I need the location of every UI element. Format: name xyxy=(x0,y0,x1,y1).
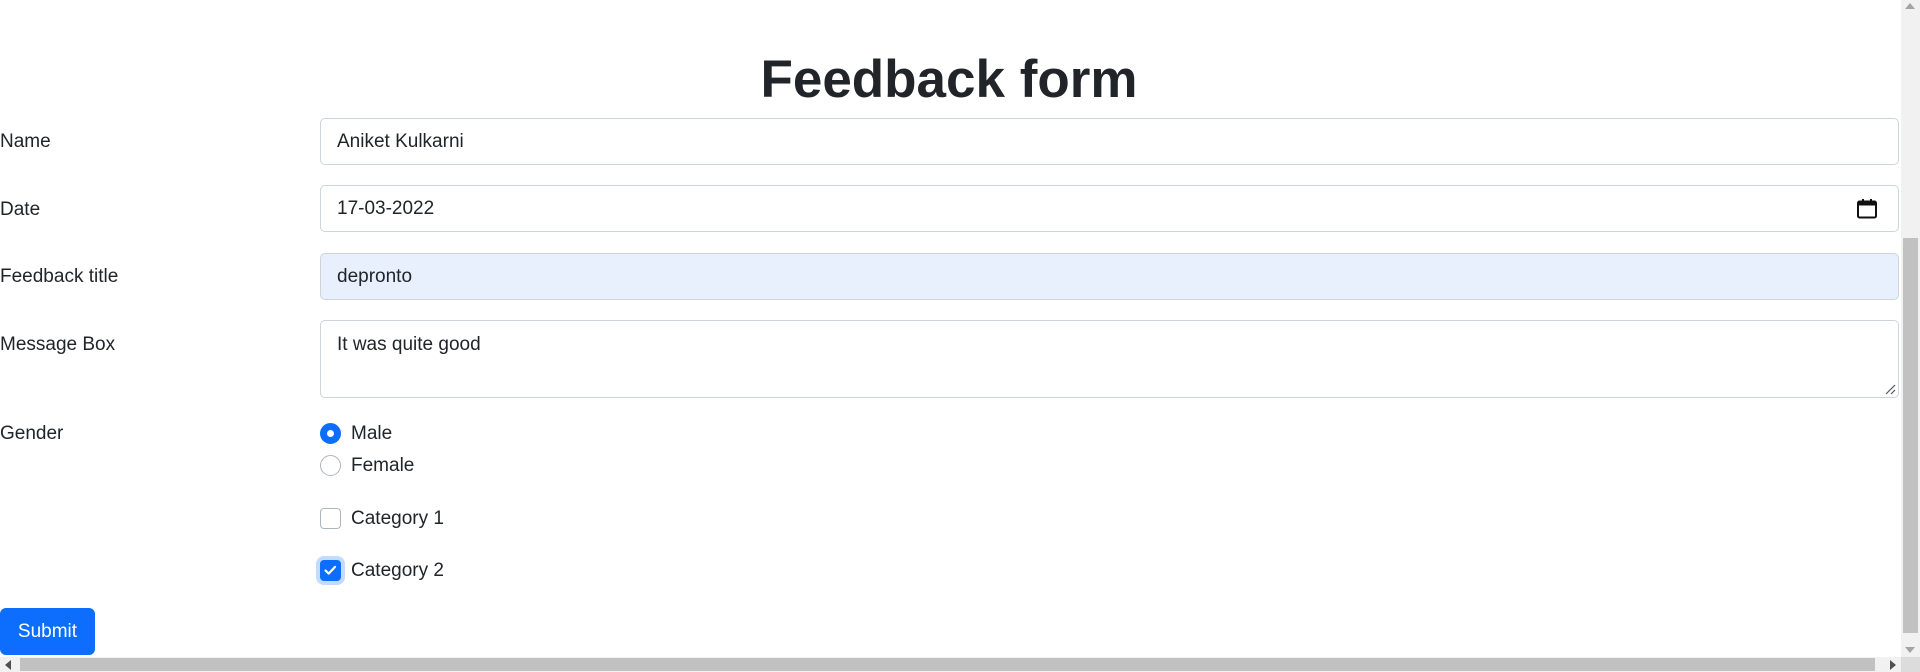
scroll-left-arrow-icon[interactable] xyxy=(5,660,11,670)
scroll-right-arrow-icon[interactable] xyxy=(1890,660,1896,670)
gender-male-radio[interactable] xyxy=(320,423,341,444)
scroll-down-arrow-icon[interactable] xyxy=(1905,647,1915,653)
date-value: 17-03-2022 xyxy=(337,198,435,219)
resize-handle-icon[interactable] xyxy=(1884,383,1896,395)
date-label: Date xyxy=(0,199,41,220)
vertical-scroll-thumb[interactable] xyxy=(1903,238,1918,633)
category-2-checkbox[interactable] xyxy=(320,560,341,581)
message-textarea[interactable]: It was quite good xyxy=(320,320,1899,398)
feedback-title-input[interactable]: depronto xyxy=(320,253,1899,300)
checkmark-icon xyxy=(324,565,337,575)
scrollbar-corner xyxy=(1901,657,1920,672)
category-1-label[interactable]: Category 1 xyxy=(351,507,444,531)
gender-female-label[interactable]: Female xyxy=(351,454,414,478)
name-label: Name xyxy=(0,131,51,152)
page-viewport: Feedback form Name Aniket Kulkarni Date … xyxy=(0,0,1901,657)
gender-female-radio[interactable] xyxy=(320,455,341,476)
submit-button[interactable]: Submit xyxy=(0,608,95,655)
scroll-up-arrow-icon[interactable] xyxy=(1905,3,1915,9)
message-label: Message Box xyxy=(0,334,116,355)
vertical-scrollbar[interactable] xyxy=(1901,0,1920,657)
page-title: Feedback form xyxy=(760,50,1138,109)
horizontal-scrollbar[interactable] xyxy=(0,657,1901,672)
name-input[interactable]: Aniket Kulkarni xyxy=(320,118,1899,165)
gender-label: Gender xyxy=(0,423,64,444)
date-input[interactable]: 17-03-2022 xyxy=(320,185,1899,232)
message-value: It was quite good xyxy=(337,334,481,355)
category-1-checkbox[interactable] xyxy=(320,508,341,529)
horizontal-scroll-thumb[interactable] xyxy=(20,658,1875,671)
gender-male-label[interactable]: Male xyxy=(351,422,392,446)
feedback-title-label: Feedback title xyxy=(0,266,119,287)
calendar-icon[interactable] xyxy=(1856,198,1878,220)
category-2-label[interactable]: Category 2 xyxy=(351,559,444,583)
